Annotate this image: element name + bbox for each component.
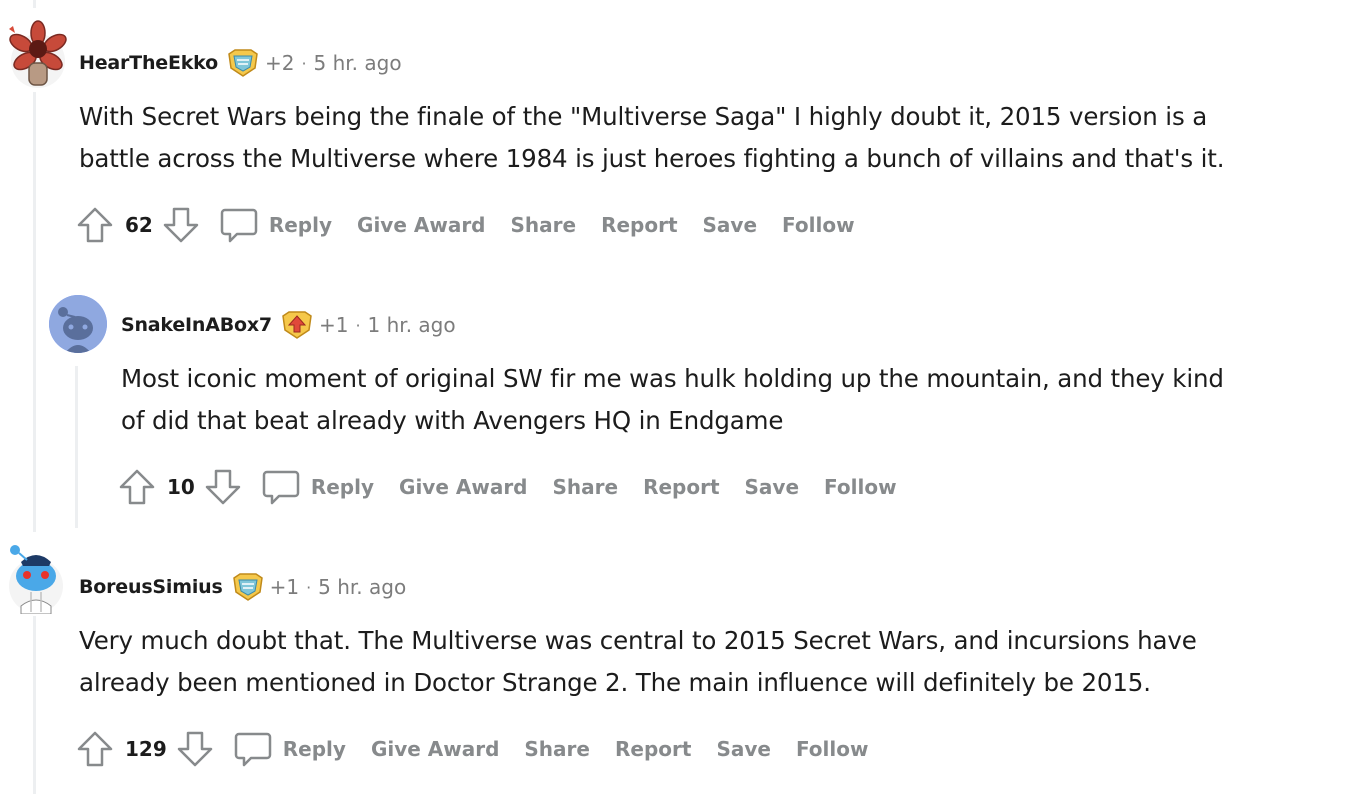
separator-dot: · — [306, 577, 312, 597]
karma-count: +1 — [269, 575, 300, 599]
action-bar: 62 Reply Give Award Share Report Save Fo… — [75, 203, 880, 247]
upvote-icon[interactable] — [117, 467, 157, 507]
vote-score: 10 — [167, 475, 195, 499]
comment-line: Very much doubt that. The Multiverse was… — [79, 626, 1197, 655]
comment-body: Most iconic moment of original SW fir me… — [121, 358, 1341, 442]
comment-icon[interactable] — [219, 205, 259, 245]
save-button[interactable]: Save — [745, 475, 800, 499]
comment-line: Most iconic moment of original SW fir me… — [121, 364, 1224, 393]
thread-line[interactable] — [33, 616, 36, 794]
flair-icon — [232, 572, 264, 602]
share-button[interactable]: Share — [524, 737, 590, 761]
follow-button[interactable]: Follow — [796, 737, 869, 761]
upvote-icon[interactable] — [75, 729, 115, 769]
downvote-icon[interactable] — [161, 205, 201, 245]
separator-dot: · — [301, 53, 307, 73]
save-button[interactable]: Save — [716, 737, 771, 761]
thread-line[interactable] — [75, 366, 78, 528]
follow-button[interactable]: Follow — [824, 475, 897, 499]
share-button[interactable]: Share — [553, 475, 619, 499]
give-award-button[interactable]: Give Award — [357, 213, 485, 237]
separator-dot: · — [355, 315, 361, 335]
comment-line: battle across the Multiverse where 1984 … — [79, 144, 1225, 173]
username[interactable]: HearTheEkko — [79, 52, 218, 74]
reply-button[interactable]: Reply — [283, 737, 346, 761]
flair-icon — [227, 48, 259, 78]
comment-icon[interactable] — [261, 467, 301, 507]
report-button[interactable]: Report — [601, 213, 677, 237]
action-bar: 10 Reply Give Award Share Report Save Fo… — [117, 465, 922, 509]
timestamp[interactable]: 5 hr. ago — [318, 575, 406, 599]
reply-button[interactable]: Reply — [269, 213, 332, 237]
follow-button[interactable]: Follow — [782, 213, 855, 237]
comment-body: Very much doubt that. The Multiverse was… — [79, 620, 1339, 704]
comment-header: SnakeInABox7 +1 · 1 hr. ago — [121, 310, 456, 340]
action-bar: 129 Reply Give Award Share Report Save F… — [75, 727, 893, 771]
vote-score: 62 — [125, 213, 153, 237]
upvote-icon[interactable] — [75, 205, 115, 245]
comment-icon[interactable] — [233, 729, 273, 769]
downvote-icon[interactable] — [175, 729, 215, 769]
flair-icon — [281, 310, 313, 340]
comment-line: already been mentioned in Doctor Strange… — [79, 668, 1151, 697]
avatar[interactable] — [7, 542, 65, 614]
username[interactable]: SnakeInABox7 — [121, 314, 272, 336]
karma-count: +1 — [318, 313, 349, 337]
comment-header: BoreusSimius +1 · 5 hr. ago — [79, 572, 406, 602]
downvote-icon[interactable] — [203, 467, 243, 507]
give-award-button[interactable]: Give Award — [399, 475, 527, 499]
karma-count: +2 — [264, 51, 295, 75]
report-button[interactable]: Report — [643, 475, 719, 499]
timestamp[interactable]: 1 hr. ago — [368, 313, 456, 337]
comment-body: With Secret Wars being the finale of the… — [79, 96, 1339, 180]
vote-score: 129 — [125, 737, 167, 761]
share-button[interactable]: Share — [511, 213, 577, 237]
timestamp[interactable]: 5 hr. ago — [314, 51, 402, 75]
reply-button[interactable]: Reply — [311, 475, 374, 499]
username[interactable]: BoreusSimius — [79, 576, 223, 598]
avatar[interactable] — [7, 19, 69, 89]
comment-line: With Secret Wars being the finale of the… — [79, 102, 1208, 131]
thread-line[interactable] — [33, 0, 36, 8]
comment-header: HearTheEkko +2 · 5 hr. ago — [79, 48, 402, 78]
thread-line[interactable] — [33, 92, 36, 532]
save-button[interactable]: Save — [703, 213, 758, 237]
report-button[interactable]: Report — [615, 737, 691, 761]
comment-line: of did that beat already with Avengers H… — [121, 406, 784, 435]
give-award-button[interactable]: Give Award — [371, 737, 499, 761]
avatar[interactable] — [49, 295, 107, 353]
